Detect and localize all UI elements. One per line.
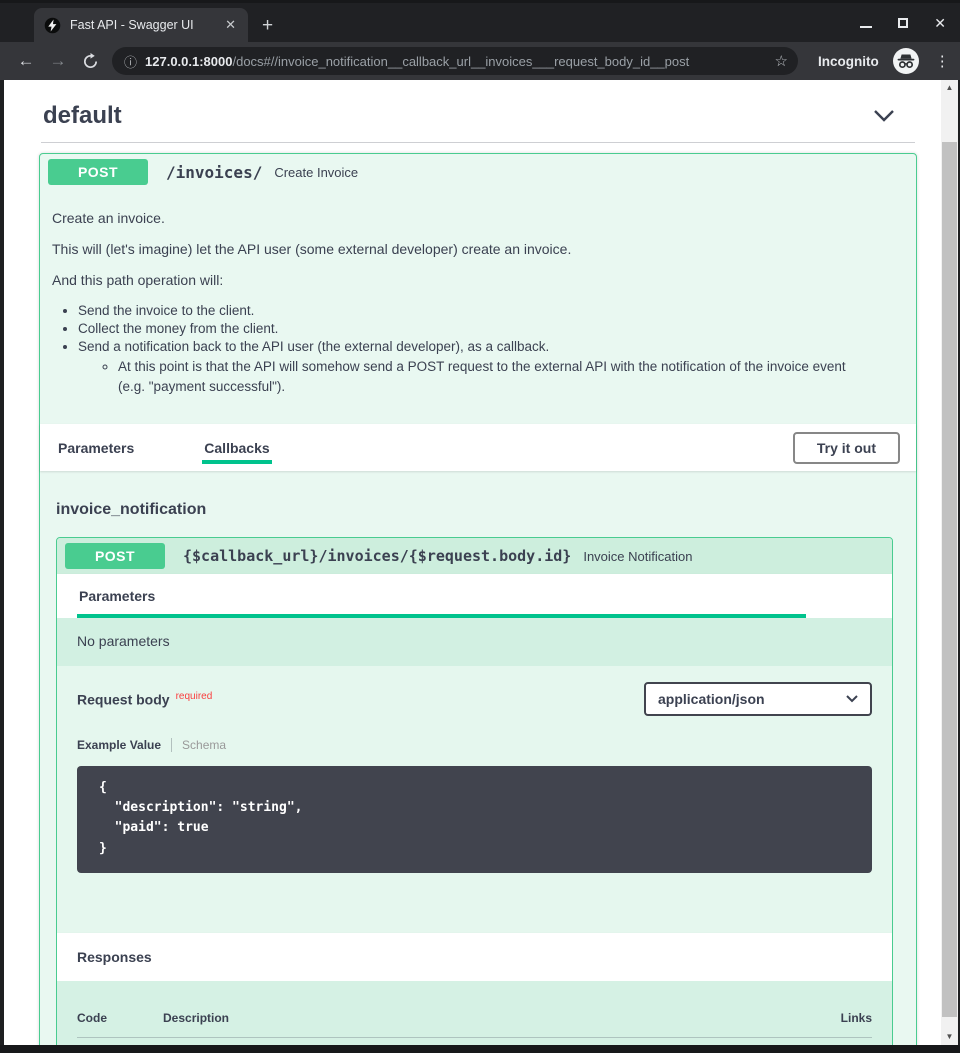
column-links: Links	[841, 1011, 872, 1025]
tab-separator	[171, 738, 172, 752]
description-paragraph: Create an invoice.	[52, 210, 904, 226]
method-badge: POST	[65, 543, 165, 569]
tab-callback-parameters[interactable]: Parameters	[77, 588, 806, 618]
url-bar[interactable]: ⓘ 127.0.0.1:8000/docs#//invoice_notifica…	[112, 47, 798, 75]
callback-path: {$callback_url}/invoices/{$request.body.…	[175, 547, 573, 565]
operation-summary: Create Invoice	[274, 165, 358, 180]
response-row-200: 200 Successful Response No links	[77, 1038, 872, 1045]
tab-title: Fast API - Swagger UI	[70, 18, 214, 32]
url-host: 127.0.0.1:8000	[145, 54, 232, 69]
operation-tabs-header: Parameters Callbacks Try it out	[40, 424, 916, 471]
content-type-select[interactable]: application/json	[644, 682, 872, 716]
sub-list-item: At this point is that the API will someh…	[118, 357, 853, 396]
incognito-icon	[893, 48, 919, 74]
tab-example-value[interactable]: Example Value	[77, 738, 161, 752]
operation-description: Create an invoice. This will (let's imag…	[40, 190, 916, 424]
fastapi-favicon-icon	[44, 17, 61, 34]
url-text: 127.0.0.1:8000/docs#//invoice_notificati…	[145, 54, 767, 69]
tab-schema[interactable]: Schema	[182, 738, 226, 752]
forward-icon[interactable]: →	[44, 51, 72, 71]
column-description: Description	[163, 1011, 841, 1025]
scrollbar-thumb[interactable]	[942, 142, 957, 1017]
window-minimize-button[interactable]	[860, 26, 872, 28]
callback-summary: Invoice Notification	[583, 549, 692, 564]
responses-table: Code Description Links 200 Successful Re…	[57, 981, 892, 1045]
scrollbar-track[interactable]	[941, 96, 958, 1029]
opblock-header[interactable]: POST /invoices/ Create Invoice	[40, 154, 916, 190]
reload-icon[interactable]	[76, 53, 104, 70]
browser-tab[interactable]: Fast API - Swagger UI ✕	[34, 8, 248, 42]
responses-header: Responses	[57, 933, 892, 981]
browser-menu-icon[interactable]: ⋮	[935, 52, 949, 70]
chevron-down-icon	[846, 695, 858, 703]
description-list: Send the invoice to the client. Collect …	[52, 303, 904, 396]
tag-title: default	[43, 102, 122, 130]
callback-tabs-header: Parameters	[57, 574, 892, 618]
request-body-row: Request bodyrequired application/json	[57, 666, 892, 726]
browser-window: Fast API - Swagger UI ✕ + ✕ ← → ⓘ 127.0.…	[0, 0, 960, 1053]
tab-close-icon[interactable]: ✕	[223, 17, 238, 33]
responses-table-head: Code Description Links	[77, 1011, 872, 1037]
incognito-label: Incognito	[818, 54, 879, 69]
example-code-block[interactable]: { "description": "string", "paid": true …	[77, 766, 872, 873]
url-path: /docs#//invoice_notification__callback_u…	[232, 54, 689, 69]
swagger-page: default POST /invoices/ Create Invoice C…	[4, 80, 941, 1045]
page-scrollbar[interactable]: ▲ ▼	[941, 80, 958, 1045]
bookmark-star-icon[interactable]: ☆	[775, 52, 788, 70]
tag-divider	[41, 142, 915, 143]
content-type-value: application/json	[658, 691, 765, 707]
tab-parameters[interactable]: Parameters	[56, 424, 136, 471]
new-tab-button[interactable]: +	[262, 16, 273, 35]
back-icon[interactable]: ←	[12, 51, 40, 71]
window-close-button[interactable]: ✕	[934, 16, 946, 30]
site-info-icon[interactable]: ⓘ	[124, 52, 137, 71]
tab-callbacks[interactable]: Callbacks	[202, 424, 271, 471]
window-bottom-edge	[0, 1045, 960, 1053]
model-example-section: Example Value Schema { "description": "s…	[57, 726, 892, 933]
description-paragraph: And this path operation will:	[52, 272, 904, 288]
callback-opblock-header[interactable]: POST {$callback_url}/invoices/{$request.…	[57, 538, 892, 574]
operation-path: /invoices/	[158, 163, 264, 182]
required-badge: required	[176, 691, 213, 702]
scroll-up-icon[interactable]: ▲	[946, 80, 954, 96]
list-item: Send a notification back to the API user…	[78, 339, 904, 396]
list-item: Send the invoice to the client.	[78, 303, 904, 318]
callbacks-container: invoice_notification POST {$callback_url…	[40, 471, 916, 1045]
callback-opblock: POST {$callback_url}/invoices/{$request.…	[56, 537, 893, 1045]
description-paragraph: This will (let's imagine) let the API us…	[52, 241, 904, 257]
method-badge: POST	[48, 159, 148, 185]
list-item: Collect the money from the client.	[78, 321, 904, 336]
try-it-out-button[interactable]: Try it out	[793, 432, 900, 464]
window-maximize-button[interactable]	[898, 18, 908, 28]
callback-name: invoice_notification	[56, 489, 893, 537]
titlebar: Fast API - Swagger UI ✕ + ✕	[0, 0, 960, 42]
request-body-label: Request bodyrequired	[77, 691, 212, 708]
tag-section-row: default	[39, 80, 917, 142]
collapse-chevron-icon[interactable]	[873, 109, 895, 123]
no-parameters-row: No parameters	[57, 618, 892, 666]
column-code: Code	[77, 1011, 163, 1025]
opblock-post-invoices: POST /invoices/ Create Invoice Create an…	[39, 153, 917, 1045]
browser-toolbar: ← → ⓘ 127.0.0.1:8000/docs#//invoice_noti…	[0, 42, 960, 80]
scroll-down-icon[interactable]: ▼	[946, 1029, 954, 1045]
